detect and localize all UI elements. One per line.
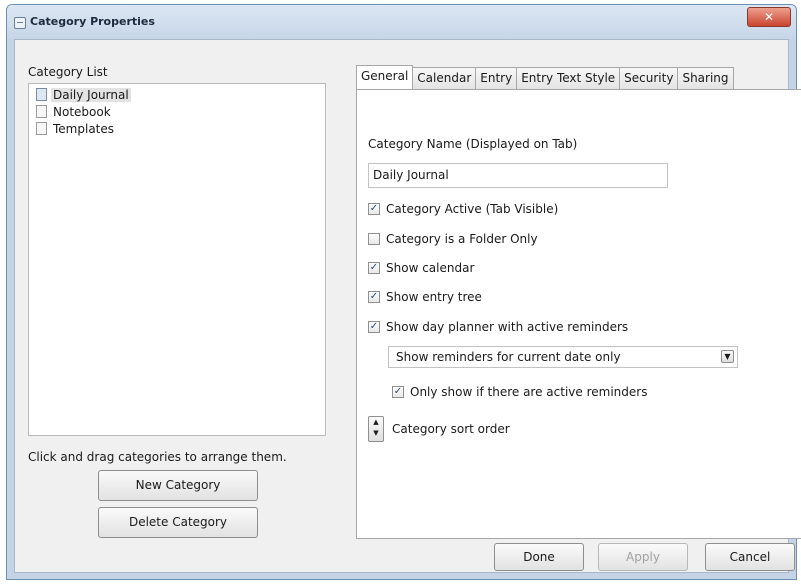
category-item-label: Notebook	[53, 104, 111, 119]
tab-calendar[interactable]: Calendar	[412, 67, 477, 89]
only-active-reminders-checkbox[interactable]: ✓ Only show if there are active reminder…	[392, 385, 647, 399]
category-item-notebook[interactable]: Notebook	[36, 103, 111, 120]
close-button[interactable]: ✕	[747, 7, 791, 27]
tab-strip: General Calendar Entry Entry Text Style …	[356, 65, 734, 90]
tab-security[interactable]: Security	[619, 67, 679, 89]
title-bar[interactable]: Category Properties ✕	[7, 5, 796, 39]
checkbox-box: ✓	[368, 291, 380, 303]
new-category-button[interactable]: New Category	[98, 470, 258, 501]
sort-order-spinner[interactable]: ▲ ▼	[368, 416, 384, 442]
checkbox-box: ✓	[368, 321, 380, 333]
cancel-button[interactable]: Cancel	[705, 543, 795, 571]
checkbox-box: ✓	[368, 203, 380, 215]
done-button[interactable]: Done	[494, 543, 584, 571]
category-list-label: Category List	[28, 65, 108, 79]
category-name-input[interactable]: Daily Journal	[368, 163, 668, 188]
spinner-up-icon[interactable]: ▲	[369, 417, 383, 428]
checkbox-label: Category is a Folder Only	[386, 232, 538, 246]
category-list[interactable]: Daily Journal Notebook Templates	[28, 83, 326, 436]
category-active-checkbox[interactable]: ✓ Category Active (Tab Visible)	[368, 202, 558, 216]
app-icon	[14, 17, 26, 29]
checkbox-box: ✓	[392, 386, 404, 398]
category-item-templates[interactable]: Templates	[36, 120, 114, 137]
drag-hint: Click and drag categories to arrange the…	[28, 450, 287, 464]
spinner-down-icon[interactable]: ▼	[369, 428, 383, 439]
show-day-planner-checkbox[interactable]: ✓ Show day planner with active reminders	[368, 320, 628, 334]
checkbox-label: Show calendar	[386, 261, 475, 275]
checkbox-box	[368, 233, 380, 245]
sort-order-label: Category sort order	[392, 422, 510, 436]
checkbox-label: Show entry tree	[386, 290, 482, 304]
reminder-dropdown-value: Show reminders for current date only	[396, 350, 621, 364]
checkbox-box: ✓	[368, 262, 380, 274]
checkbox-label: Only show if there are active reminders	[410, 385, 648, 399]
dialog-client: Category List Daily Journal Notebook Tem…	[14, 39, 801, 573]
tab-entry[interactable]: Entry	[475, 67, 518, 89]
apply-button[interactable]: Apply	[598, 543, 688, 571]
category-item-daily-journal[interactable]: Daily Journal	[36, 86, 131, 103]
folder-only-checkbox[interactable]: Category is a Folder Only	[368, 232, 538, 246]
chevron-down-icon[interactable]: ▼	[721, 350, 734, 363]
checkbox-label: Show day planner with active reminders	[386, 320, 629, 334]
window-title: Category Properties	[30, 15, 155, 28]
reminder-dropdown[interactable]: Show reminders for current date only ▼	[388, 346, 738, 368]
delete-category-button[interactable]: Delete Category	[98, 507, 258, 538]
tab-entry-text-style[interactable]: Entry Text Style	[516, 67, 621, 89]
category-name-label: Category Name (Displayed on Tab)	[368, 137, 578, 151]
category-item-label: Templates	[53, 121, 115, 136]
show-calendar-checkbox[interactable]: ✓ Show calendar	[368, 261, 474, 275]
tab-general[interactable]: General	[356, 65, 414, 89]
dialog-window: Category Properties ✕ Category List Dail…	[6, 4, 801, 580]
show-entry-tree-checkbox[interactable]: ✓ Show entry tree	[368, 290, 482, 304]
notebook-icon	[36, 105, 47, 118]
tab-sharing[interactable]: Sharing	[677, 67, 734, 89]
category-item-label: Daily Journal	[51, 87, 131, 102]
checkbox-label: Category Active (Tab Visible)	[386, 202, 559, 216]
templates-icon	[36, 122, 47, 135]
general-tab-panel: Category Name (Displayed on Tab) Daily J…	[356, 89, 801, 539]
journal-icon	[36, 88, 47, 101]
